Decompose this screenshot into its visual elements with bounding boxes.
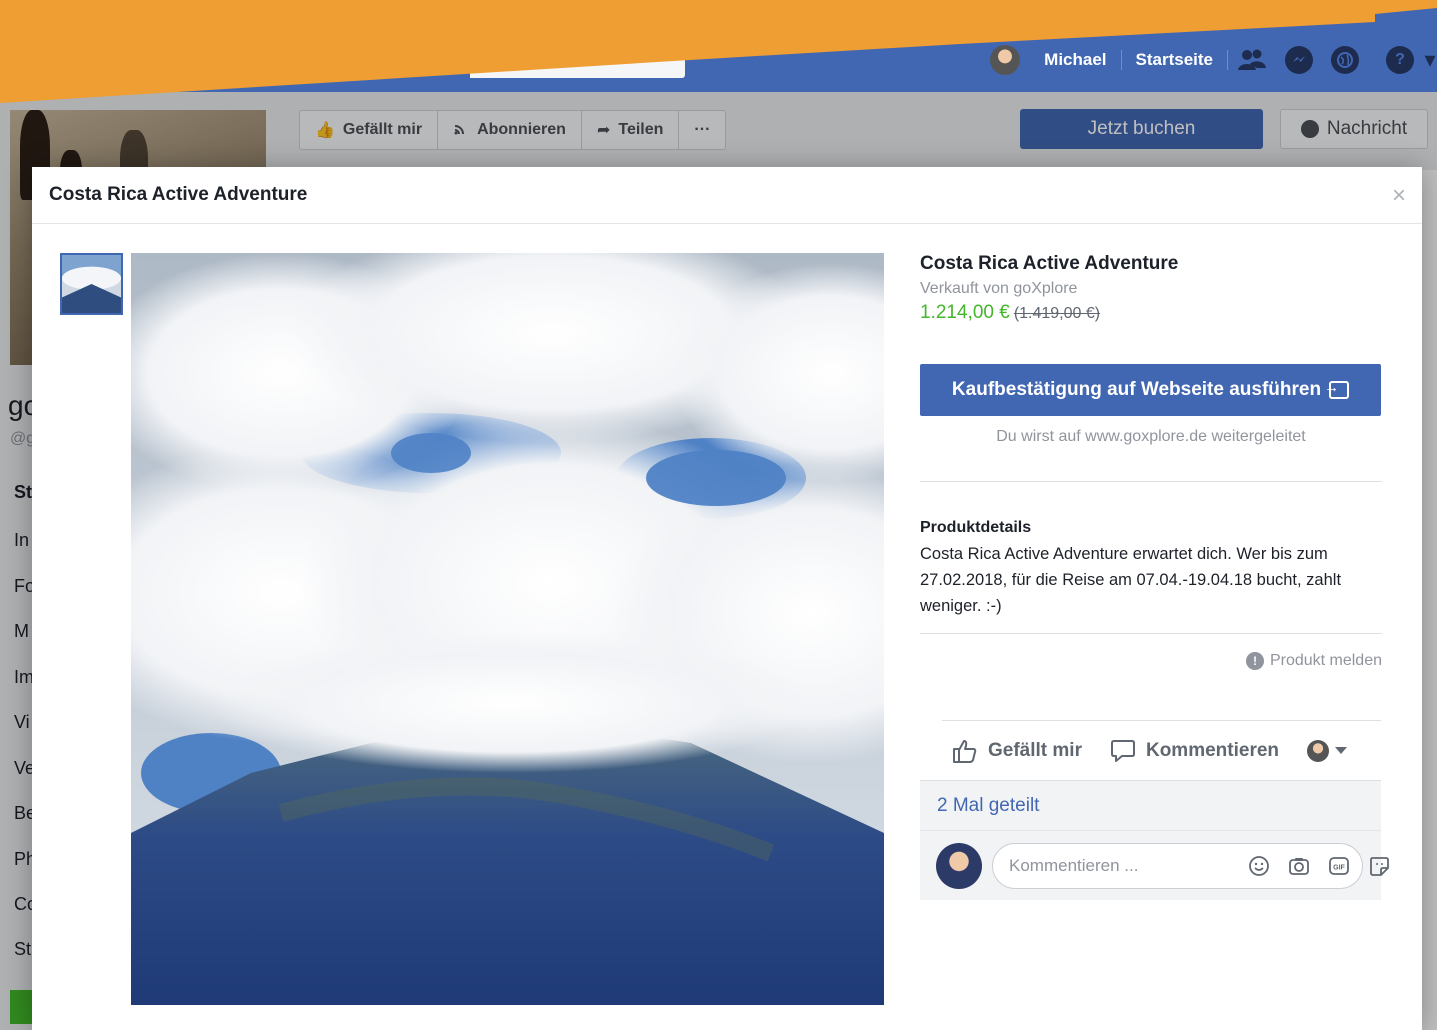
checkout-label: Kaufbestätigung auf Webseite ausführen: [951, 379, 1322, 400]
left-nav-item[interactable]: Im: [14, 667, 34, 688]
follow-label: Abonnieren: [477, 121, 566, 138]
like-label: Gefällt mir: [988, 739, 1082, 761]
message-button[interactable]: Nachricht: [1280, 109, 1428, 149]
details-text: Costa Rica Active Adventure erwartet dic…: [920, 545, 1342, 615]
divider: [920, 481, 1382, 482]
product-name: Costa Rica Active Adventure: [920, 253, 1179, 274]
product-modal: Costa Rica Active Adventure × Costa Rica…: [32, 167, 1422, 1030]
svg-text:GIF: GIF: [1333, 864, 1345, 871]
feedback-actions: Gefällt mir Kommentieren: [942, 720, 1381, 780]
page-like-label: Gefällt mir: [342, 121, 423, 138]
gif-icon[interactable]: GIF: [1328, 855, 1350, 877]
comment-label: Kommentieren: [1145, 739, 1280, 761]
product-info-panel: Costa Rica Active Adventure Verkauft von…: [920, 253, 1389, 900]
comment-box: GIF: [992, 842, 1389, 889]
details-heading: Produktdetails: [920, 519, 1032, 536]
follow-button[interactable]: Abonnieren: [438, 111, 582, 149]
orange-banner-shape: [0, 0, 1437, 103]
more-label: ···: [694, 121, 711, 138]
thumbs-up-icon: 👍: [315, 122, 335, 139]
comment-composer: GIF: [920, 830, 1389, 900]
product-price: 1.214,00 € (1.419,00 €): [920, 302, 1382, 324]
selector-avatar: [1307, 739, 1330, 762]
left-nav-item[interactable]: St: [14, 939, 31, 960]
modal-title: Costa Rica Active Adventure: [49, 184, 308, 205]
message-label: Nachricht: [1326, 118, 1408, 139]
more-button[interactable]: ···: [679, 111, 725, 149]
left-nav-item[interactable]: St: [14, 482, 32, 503]
comment-bubble-icon: [1110, 739, 1135, 762]
emoji-icon[interactable]: [1248, 855, 1270, 877]
close-icon[interactable]: ×: [1392, 184, 1406, 208]
comment-input[interactable]: [1009, 855, 1230, 876]
page-like-button[interactable]: 👍 Gefällt mir: [300, 111, 439, 149]
external-link-icon: [1324, 379, 1350, 399]
report-label: Produkt melden: [1269, 652, 1382, 669]
thumbs-up-outline-icon: [953, 739, 977, 763]
product-seller[interactable]: Verkauft von goXplore: [920, 280, 1382, 298]
green-action-button[interactable]: [10, 990, 34, 1024]
divider: [920, 633, 1382, 634]
left-nav-item[interactable]: In: [14, 530, 29, 551]
current-price: 1.214,00 €: [920, 302, 1010, 323]
old-price: (1.419,00 €): [1013, 305, 1101, 322]
feedback-section: Gefällt mir Kommentieren 2 Mal geteilt K…: [920, 720, 1389, 900]
book-now-button[interactable]: Jetzt buchen: [1020, 109, 1263, 149]
report-flag-icon: !: [1245, 652, 1264, 670]
post-as-selector[interactable]: [1307, 739, 1348, 762]
product-thumbnail[interactable]: [60, 253, 123, 315]
left-nav-item[interactable]: Vi: [14, 712, 30, 733]
commenter-avatar: [936, 842, 982, 889]
share-arrow-icon: ➦: [596, 122, 611, 139]
redirect-note: Du wirst auf www.goxplore.de weitergelei…: [996, 428, 1306, 445]
left-nav-item[interactable]: M: [14, 621, 29, 642]
checkout-on-website-button[interactable]: Kaufbestätigung auf Webseite ausführen: [920, 364, 1381, 416]
comment-button[interactable]: Kommentieren: [1110, 738, 1279, 764]
like-button[interactable]: Gefällt mir: [952, 738, 1082, 764]
caret-down-icon: [1335, 747, 1348, 754]
modal-header: Costa Rica Active Adventure ×: [32, 167, 1422, 224]
message-bubble-icon: [1300, 120, 1319, 138]
right-column-edge: [1422, 170, 1437, 1030]
share-label: Teilen: [618, 121, 664, 138]
rss-icon: [453, 120, 469, 141]
product-photo-volcano: [131, 253, 884, 1005]
shares-count-link[interactable]: 2 Mal geteilt: [920, 780, 1381, 830]
page-action-bar: 👍 Gefällt mir Abonnieren ➦ Teilen ···: [299, 110, 727, 150]
camera-icon[interactable]: [1288, 855, 1310, 877]
share-button[interactable]: ➦ Teilen: [582, 111, 680, 149]
sticker-icon[interactable]: [1368, 855, 1390, 877]
report-product-link[interactable]: ! Produkt melden: [920, 652, 1382, 670]
